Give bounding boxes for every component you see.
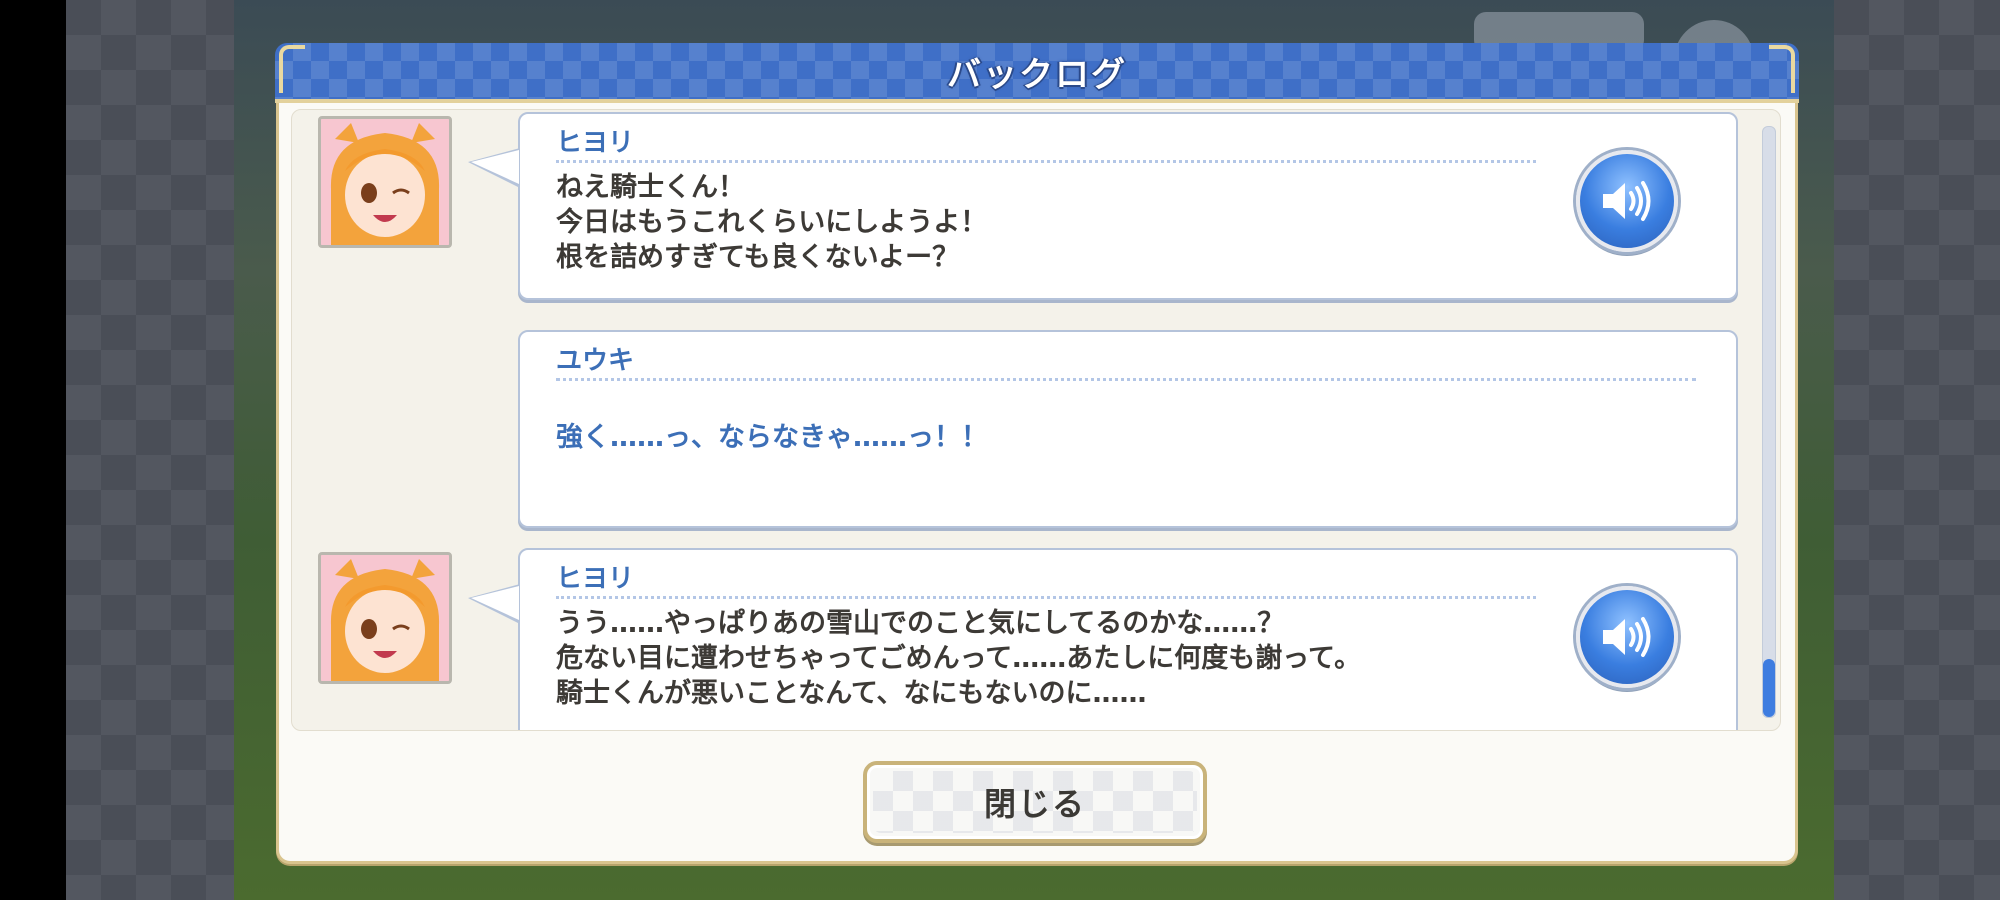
dialogue-line: 騎士くんが悪いことなんて、なにもないのに…… bbox=[556, 678, 1147, 709]
corner-ornament bbox=[279, 45, 305, 93]
dialogue-text: ねえ騎士くん！ 今日はもうこれくらいにしようよ！ 根を詰めすぎても良くないよー？ bbox=[556, 170, 987, 275]
dialogue-text: うう……やっぱりあの雪山でのこと気にしてるのかな……？ 危ない目に遭わせちゃって… bbox=[556, 606, 1361, 711]
character-portrait-art bbox=[321, 119, 449, 245]
corner-ornament bbox=[1769, 45, 1795, 93]
dialogue-line: うう……やっぱりあの雪山でのこと気にしてるのかな……？ bbox=[556, 608, 1285, 639]
speaker-divider bbox=[556, 160, 1536, 163]
close-button[interactable]: 閉じる bbox=[863, 761, 1207, 843]
title-bar: バックログ bbox=[275, 43, 1799, 103]
dialogue-line: 強く……っ、ならなきゃ……っ！！ bbox=[556, 422, 988, 453]
scroll-thumb[interactable] bbox=[1763, 659, 1775, 717]
voice-replay-button[interactable] bbox=[1576, 586, 1678, 688]
speaker-volume-icon bbox=[1603, 617, 1651, 657]
speaker-name: ユウキ bbox=[556, 346, 635, 376]
character-portrait bbox=[318, 552, 452, 684]
speaker-divider bbox=[556, 378, 1696, 381]
dialogue-bubble: ユウキ 強く……っ、ならなきゃ……っ！！ bbox=[518, 330, 1738, 528]
bubble-tail bbox=[468, 584, 520, 624]
speaker-name: ヒヨリ bbox=[556, 128, 635, 158]
dialogue-line: 根を詰めすぎても良くないよー？ bbox=[556, 242, 960, 273]
dialogue-line: ねえ騎士くん！ bbox=[556, 172, 745, 203]
side-pattern-right bbox=[1834, 0, 2000, 900]
backlog-dialog: バックログ ヒヨリ ねえ騎士くん！ 今日はもうこれくらいにしようよ！ 根を詰めす… bbox=[275, 43, 1799, 864]
speaker-divider bbox=[556, 596, 1536, 599]
character-portrait bbox=[318, 116, 452, 248]
scrollbar[interactable] bbox=[1762, 126, 1776, 718]
bubble-tail bbox=[468, 148, 520, 188]
backlog-list[interactable]: ヒヨリ ねえ騎士くん！ 今日はもうこれくらいにしようよ！ 根を詰めすぎても良くな… bbox=[291, 109, 1781, 731]
voice-replay-button[interactable] bbox=[1576, 150, 1678, 252]
character-portrait-art bbox=[321, 555, 449, 681]
dialogue-line: 危ない目に遭わせちゃってごめんって……あたしに何度も謝って。 bbox=[556, 643, 1362, 674]
dialogue-text: 強く……っ、ならなきゃ……っ！！ bbox=[556, 420, 988, 455]
speaker-name: ヒヨリ bbox=[556, 564, 635, 594]
dialog-title: バックログ bbox=[947, 54, 1127, 95]
dialogue-bubble: ヒヨリ うう……やっぱりあの雪山でのこと気にしてるのかな……？ 危ない目に遭わせ… bbox=[468, 548, 1738, 730]
screen-bezel bbox=[0, 0, 66, 900]
close-button-label: 閉じる bbox=[983, 785, 1086, 823]
dialogue-bubble: ヒヨリ ねえ騎士くん！ 今日はもうこれくらいにしようよ！ 根を詰めすぎても良くな… bbox=[468, 112, 1738, 300]
side-pattern-left bbox=[66, 0, 234, 900]
dialogue-line: 今日はもうこれくらいにしようよ！ bbox=[556, 207, 988, 238]
speaker-volume-icon bbox=[1603, 181, 1651, 221]
